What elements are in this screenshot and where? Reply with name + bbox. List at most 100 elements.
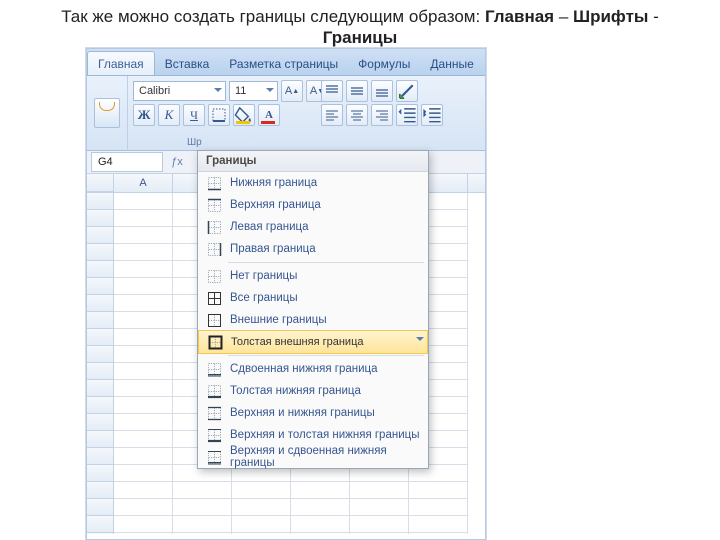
- row-header[interactable]: [87, 346, 114, 363]
- cell[interactable]: [114, 499, 173, 516]
- fx-icon[interactable]: ƒx: [167, 156, 187, 168]
- name-box[interactable]: G4: [91, 152, 163, 172]
- border-menu-item[interactable]: Правая граница: [198, 238, 428, 260]
- row-header[interactable]: [87, 431, 114, 448]
- row-header[interactable]: [87, 295, 114, 312]
- font-name-select[interactable]: Calibri: [133, 81, 226, 101]
- cell[interactable]: [114, 465, 173, 482]
- row-header[interactable]: [87, 533, 114, 534]
- font-size-select[interactable]: 11: [229, 81, 278, 101]
- cell[interactable]: [114, 431, 173, 448]
- row-header[interactable]: [87, 448, 114, 465]
- tab-data[interactable]: Данные: [420, 52, 483, 75]
- border-menu-item[interactable]: Нижняя граница: [198, 172, 428, 194]
- cell[interactable]: [114, 380, 173, 397]
- cell[interactable]: [409, 499, 468, 516]
- row-header[interactable]: [87, 465, 114, 482]
- row-header[interactable]: [87, 329, 114, 346]
- row-header[interactable]: [87, 244, 114, 261]
- cell[interactable]: [291, 482, 350, 499]
- cell[interactable]: [114, 482, 173, 499]
- border-menu-item[interactable]: Верхняя граница: [198, 194, 428, 216]
- border-menu-item[interactable]: Толстая внешняя граница: [198, 330, 428, 354]
- cell[interactable]: [173, 482, 232, 499]
- cell[interactable]: [409, 482, 468, 499]
- border-menu-item[interactable]: Все границы: [198, 287, 428, 309]
- cell[interactable]: [114, 261, 173, 278]
- cell[interactable]: [114, 295, 173, 312]
- row-header[interactable]: [87, 312, 114, 329]
- cell[interactable]: [350, 516, 409, 533]
- row-header[interactable]: [87, 516, 114, 533]
- orientation-button[interactable]: [396, 80, 418, 102]
- cell[interactable]: [114, 193, 173, 210]
- border-menu-item[interactable]: Верхняя и нижняя границы: [198, 402, 428, 424]
- cell[interactable]: [232, 533, 291, 534]
- cell[interactable]: [350, 533, 409, 534]
- cell[interactable]: [232, 516, 291, 533]
- cell[interactable]: [114, 533, 173, 534]
- tab-home[interactable]: Главная: [87, 51, 155, 75]
- cell[interactable]: [350, 499, 409, 516]
- cell[interactable]: [114, 397, 173, 414]
- fill-color-button[interactable]: [233, 104, 255, 126]
- border-menu-item[interactable]: Нет границы: [198, 265, 428, 287]
- underline-button[interactable]: Ч: [183, 104, 205, 126]
- align-right-button[interactable]: [371, 104, 393, 126]
- cell[interactable]: [173, 533, 232, 534]
- cell[interactable]: [114, 210, 173, 227]
- tab-formulas[interactable]: Формулы: [348, 52, 420, 75]
- align-top-button[interactable]: [321, 80, 343, 102]
- cell[interactable]: [232, 482, 291, 499]
- row-header[interactable]: [87, 499, 114, 516]
- cell[interactable]: [409, 516, 468, 533]
- cell[interactable]: [114, 312, 173, 329]
- increase-indent-button[interactable]: [421, 104, 443, 126]
- align-bottom-button[interactable]: [371, 80, 393, 102]
- cell[interactable]: [350, 482, 409, 499]
- cell[interactable]: [114, 227, 173, 244]
- row-header[interactable]: [87, 482, 114, 499]
- row-header[interactable]: [87, 414, 114, 431]
- cell[interactable]: [114, 346, 173, 363]
- align-middle-button[interactable]: [346, 80, 368, 102]
- borders-button[interactable]: [208, 104, 230, 126]
- cell[interactable]: [114, 244, 173, 261]
- align-center-button[interactable]: [346, 104, 368, 126]
- bold-button[interactable]: Ж: [133, 104, 155, 126]
- grow-font-button[interactable]: A▲: [281, 80, 303, 102]
- decrease-indent-button[interactable]: [396, 104, 418, 126]
- border-menu-item[interactable]: Левая граница: [198, 216, 428, 238]
- paste-icon[interactable]: [94, 98, 120, 128]
- cell[interactable]: [114, 516, 173, 533]
- border-menu-item[interactable]: Верхняя и сдвоенная нижняя границы: [198, 446, 428, 468]
- border-menu-item[interactable]: Сдвоенная нижняя граница: [198, 358, 428, 380]
- cell[interactable]: [114, 414, 173, 431]
- tab-insert[interactable]: Вставка: [155, 52, 220, 75]
- row-header[interactable]: [87, 380, 114, 397]
- row-header[interactable]: [87, 210, 114, 227]
- cell[interactable]: [291, 499, 350, 516]
- cell[interactable]: [114, 448, 173, 465]
- cell[interactable]: [114, 278, 173, 295]
- cell[interactable]: [409, 533, 468, 534]
- align-left-button[interactable]: [321, 104, 343, 126]
- tab-page-layout[interactable]: Разметка страницы: [219, 52, 348, 75]
- row-header[interactable]: [87, 363, 114, 380]
- cell[interactable]: [114, 329, 173, 346]
- font-color-button[interactable]: A: [258, 104, 280, 126]
- cell[interactable]: [232, 499, 291, 516]
- border-menu-item[interactable]: Верхняя и толстая нижняя границы: [198, 424, 428, 446]
- cell[interactable]: [114, 363, 173, 380]
- cell[interactable]: [291, 533, 350, 534]
- cell[interactable]: [173, 516, 232, 533]
- row-header[interactable]: [87, 397, 114, 414]
- cell[interactable]: [291, 516, 350, 533]
- row-header[interactable]: [87, 261, 114, 278]
- row-header[interactable]: [87, 227, 114, 244]
- select-all-corner[interactable]: [87, 174, 114, 192]
- col-header-A[interactable]: A: [114, 174, 173, 192]
- border-menu-item[interactable]: Толстая нижняя граница: [198, 380, 428, 402]
- row-header[interactable]: [87, 193, 114, 210]
- cell[interactable]: [173, 499, 232, 516]
